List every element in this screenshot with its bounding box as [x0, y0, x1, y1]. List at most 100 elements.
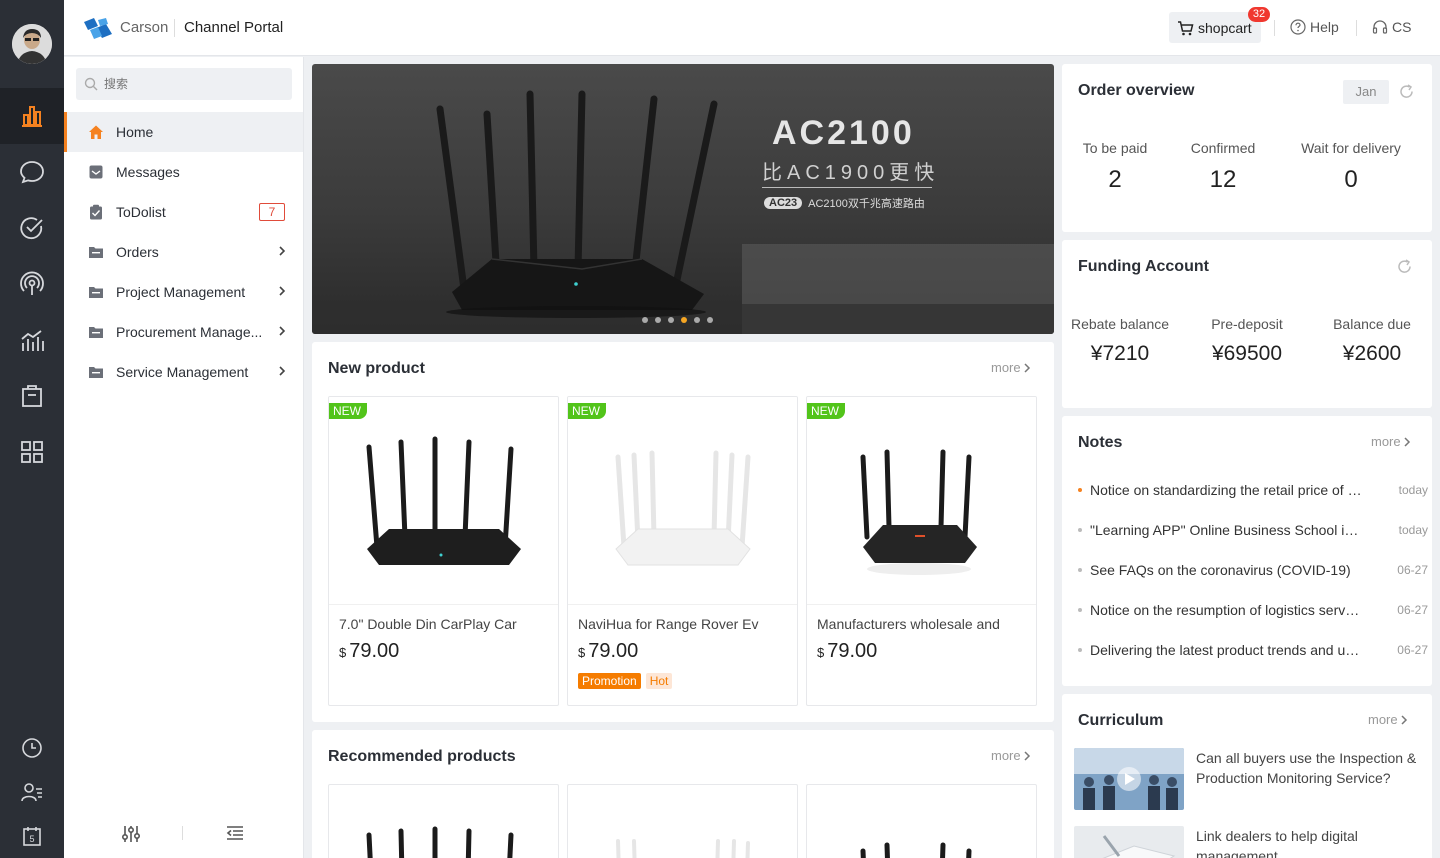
order-overview-panel: Order overview Jan To be paid 2 Confirme… [1062, 64, 1432, 232]
curriculum-more-link[interactable]: more [1368, 712, 1408, 727]
product-card[interactable] [328, 784, 559, 858]
clipboard-check-icon [88, 204, 104, 220]
course-item[interactable]: Can all buyers use the Inspection & Prod… [1074, 748, 1419, 812]
help-link[interactable]: Help [1290, 19, 1339, 35]
product-price: $79.00 [817, 640, 877, 663]
banner-tagline-text: AC2100双千兆高速路由 [808, 198, 925, 210]
carousel-dot[interactable] [655, 317, 661, 323]
rail-dashboard[interactable] [0, 88, 64, 144]
stat-label: Balance due [1333, 316, 1411, 332]
course-title: Can all buyers use the Inspection & Prod… [1196, 750, 1417, 786]
product-price: $79.00 [339, 640, 399, 663]
price-value: 79.00 [827, 640, 878, 662]
search-input[interactable] [104, 77, 274, 91]
product-card[interactable]: NEW 7.0" Double Din CarPlay Car $79.00 [328, 396, 559, 706]
product-card[interactable] [806, 784, 1037, 858]
sidebar-item-procurement-management[interactable]: Procurement Manage... [64, 312, 303, 352]
price-value: 79.00 [349, 640, 400, 662]
sidebar-item-todolist[interactable]: ToDolist 7 [64, 192, 303, 232]
shopcart-button[interactable]: shopcart [1169, 12, 1261, 43]
stat-label: Rebate balance [1070, 316, 1170, 332]
carousel-dot[interactable] [642, 317, 648, 323]
stat-confirmed[interactable]: Confirmed 12 [1178, 140, 1268, 194]
banner-title: AC2100 [772, 114, 915, 152]
footer-divider [182, 826, 183, 840]
sidebar-item-messages[interactable]: Messages [64, 152, 303, 192]
recommended-panel: Recommended products more [312, 730, 1054, 858]
sidebar-item-service-management[interactable]: Service Management [64, 352, 303, 392]
stat-value: 12 [1209, 166, 1237, 193]
white-router-image [615, 450, 751, 566]
sidebar-item-project-management[interactable]: Project Management [64, 272, 303, 312]
chevron-right-icon [1401, 714, 1407, 725]
rail-tasks[interactable] [0, 200, 64, 256]
brand-logo[interactable] [82, 16, 114, 45]
product-price: $79.00 [578, 640, 638, 663]
stat-rebate-balance[interactable]: Rebate balance ¥7210 [1064, 316, 1176, 366]
rail-calendar[interactable]: 5 [0, 808, 64, 858]
product-card[interactable]: NEW Manufacturers wholesale and $79.00 [806, 396, 1037, 706]
rail-analytics[interactable] [0, 312, 64, 368]
sidebar-item-label: ToDolist [116, 204, 166, 220]
stat-value: ¥7210 [1090, 342, 1150, 365]
refresh-button[interactable] [1398, 83, 1415, 105]
note-item[interactable]: Notice on the resumption of logistics se… [1078, 600, 1428, 620]
course-item[interactable]: Link dealers to help digital management [1074, 826, 1419, 858]
recommended-more-link[interactable]: more [991, 748, 1031, 763]
note-item[interactable]: "Learning APP" Online Business School is… [1078, 520, 1428, 540]
sidebar-item-home[interactable]: Home [64, 112, 303, 152]
banner-router-image [312, 90, 1054, 334]
note-date: 06-27 [1397, 603, 1428, 617]
settings-sliders-button[interactable] [121, 825, 141, 848]
promo-banner[interactable]: AC2100 比AC1900更快 AC23 AC2100双千兆高速路由 [312, 64, 1054, 334]
rail-messages[interactable] [0, 144, 64, 200]
bullet-dot [1078, 528, 1082, 532]
stat-pre-deposit[interactable]: Pre-deposit ¥69500 [1190, 316, 1304, 366]
sidebar-search[interactable] [76, 68, 292, 100]
chevron-right-icon [277, 324, 287, 341]
currency-symbol: $ [578, 645, 586, 660]
customer-service-link[interactable]: CS [1372, 19, 1411, 35]
carousel-dot[interactable] [707, 317, 713, 323]
collapse-sidebar-button[interactable] [226, 825, 244, 846]
chat-bubble-icon [20, 161, 44, 184]
black-router-image [860, 449, 977, 575]
carousel-dot-active[interactable] [681, 317, 687, 323]
note-item[interactable]: Delivering the latest product trends and… [1078, 640, 1428, 660]
notes-more-link[interactable]: more [1371, 434, 1411, 449]
chevron-right-icon [1024, 750, 1030, 761]
month-selector[interactable]: Jan [1343, 80, 1389, 104]
carousel-dot[interactable] [694, 317, 700, 323]
new-product-more-link[interactable]: more [991, 360, 1031, 375]
todo-count-badge: 7 [259, 203, 285, 221]
product-card[interactable] [567, 784, 798, 858]
user-avatar[interactable] [12, 24, 52, 64]
stat-to-be-paid[interactable]: To be paid 2 [1070, 140, 1160, 194]
promotion-tag: Promotion [578, 673, 641, 689]
product-card[interactable]: NEW NaviHua for Range Rover Ev $79.00 Pr… [567, 396, 798, 706]
sidebar-item-label: Procurement Manage... [116, 324, 263, 340]
headset-icon [1372, 20, 1388, 34]
rail-archive[interactable] [0, 368, 64, 424]
refresh-button[interactable] [1396, 258, 1413, 280]
note-item[interactable]: Notice on standardizing the retail price… [1078, 480, 1428, 500]
rail-broadcast[interactable] [0, 256, 64, 312]
sidebar-item-orders[interactable]: Orders [64, 232, 303, 272]
note-text: Notice on standardizing the retail price… [1090, 482, 1362, 498]
cart-count-badge: 32 [1248, 7, 1270, 22]
sidebar-item-label: Project Management [116, 284, 246, 300]
note-item[interactable]: See FAQs on the coronavirus (COVID-19) 0… [1078, 560, 1428, 580]
new-badge: NEW [807, 403, 845, 419]
carousel-dot[interactable] [668, 317, 674, 323]
note-text: See FAQs on the coronavirus (COVID-19) [1090, 562, 1351, 578]
stat-balance-due[interactable]: Balance due ¥2600 [1318, 316, 1426, 366]
stat-wait-for-delivery[interactable]: Wait for delivery 0 [1286, 140, 1416, 194]
new-badge: NEW [568, 403, 606, 419]
banner-divider [762, 187, 932, 188]
portal-title: Channel Portal [184, 19, 284, 36]
stat-value: ¥2600 [1342, 342, 1402, 365]
help-label: Help [1310, 19, 1339, 35]
inbox-icon [88, 164, 104, 180]
rail-apps[interactable] [0, 424, 64, 480]
bar-chart-icon [22, 106, 42, 127]
